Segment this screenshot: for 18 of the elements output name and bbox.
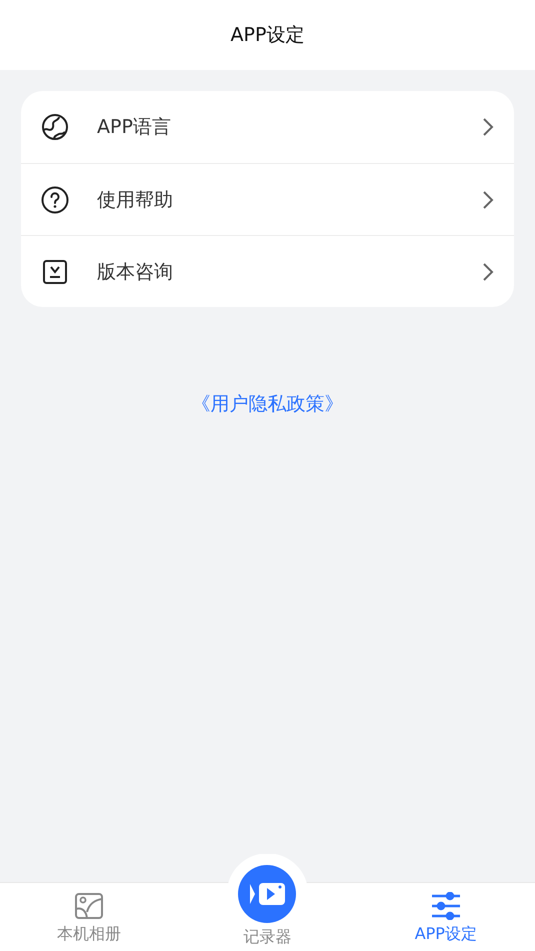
menu-label: 版本咨询 (97, 260, 174, 284)
menu-label: APP语言 (97, 115, 172, 140)
chevron-icon (482, 117, 494, 137)
menu-label: 使用帮助 (97, 188, 174, 212)
image-icon (74, 892, 104, 920)
chevron-icon (482, 262, 494, 282)
download-box-icon (41, 258, 69, 286)
sliders-icon (430, 892, 461, 920)
page-title: APP设定 (230, 23, 304, 48)
tab[interactable]: APP设定 (356, 883, 535, 951)
menu-row[interactable]: 使用帮助 (21, 163, 514, 235)
help-icon (41, 186, 69, 214)
menu-row[interactable]: APP语言 (21, 91, 514, 163)
menu-row[interactable]: 版本咨询 (21, 235, 514, 307)
tab[interactable]: 本机相册 (0, 883, 178, 951)
globe-icon (41, 113, 69, 141)
privacy-policy-link[interactable]: 《用户隐私政策》 (192, 393, 344, 415)
chevron-icon (482, 190, 494, 210)
